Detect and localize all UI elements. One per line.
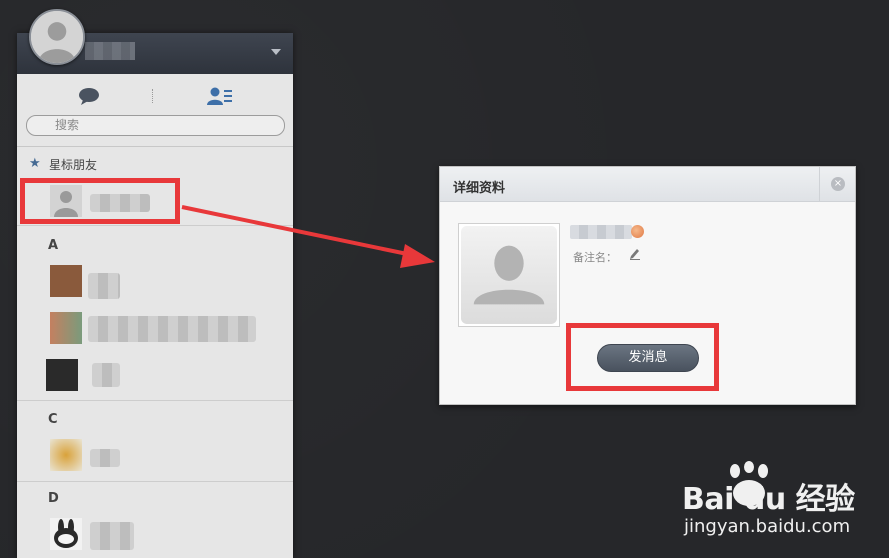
watermark-url: jingyan.baidu.com [684,516,851,537]
dialog-titlebar: 详细资料 × [440,167,855,202]
divider [17,400,293,401]
dialog-title: 详细资料 [453,181,506,196]
user-name-blurred [85,42,135,60]
panel-tabs [17,74,293,114]
section-header-c: C [48,412,58,427]
contacts-list-icon[interactable] [207,86,233,106]
pencil-icon[interactable] [629,247,641,260]
star-icon: ★ [29,156,41,171]
profile-name-blurred [570,225,632,239]
contact-name-blurred[interactable] [88,273,120,299]
highlight-box-send [566,323,719,391]
section-header-d: D [48,491,59,506]
section-header-a: A [48,238,59,253]
contact-avatar[interactable] [46,359,78,391]
contact-avatar[interactable] [50,265,82,297]
contact-name-blurred[interactable] [90,449,120,467]
chevron-down-icon[interactable] [271,49,281,55]
baidu-jingyan-logo: Bai du 经验 [682,482,855,517]
divider [17,481,293,482]
highlight-box-contact [20,178,180,224]
contact-name-blurred[interactable] [88,316,256,342]
chat-bubble-icon[interactable] [78,87,100,105]
tab-divider [152,89,153,103]
user-avatar[interactable] [29,9,85,65]
search-input[interactable]: 搜索 [26,115,285,136]
divider [17,225,293,226]
profile-photo [458,223,560,327]
contact-name-blurred[interactable] [92,363,120,387]
contact-avatar[interactable] [50,312,82,344]
contact-avatar[interactable] [50,518,82,550]
contact-name-blurred[interactable] [90,522,134,550]
contact-panel: 搜索 ★ 星标朋友 A C D [17,33,293,558]
close-icon[interactable]: × [831,177,845,191]
starred-group-label: 星标朋友 [49,158,98,172]
contact-avatar[interactable] [50,439,82,471]
remark-label: 备注名： [573,251,617,264]
divider [17,146,293,147]
close-button[interactable]: × [819,167,855,202]
level-badge-icon [631,225,644,238]
